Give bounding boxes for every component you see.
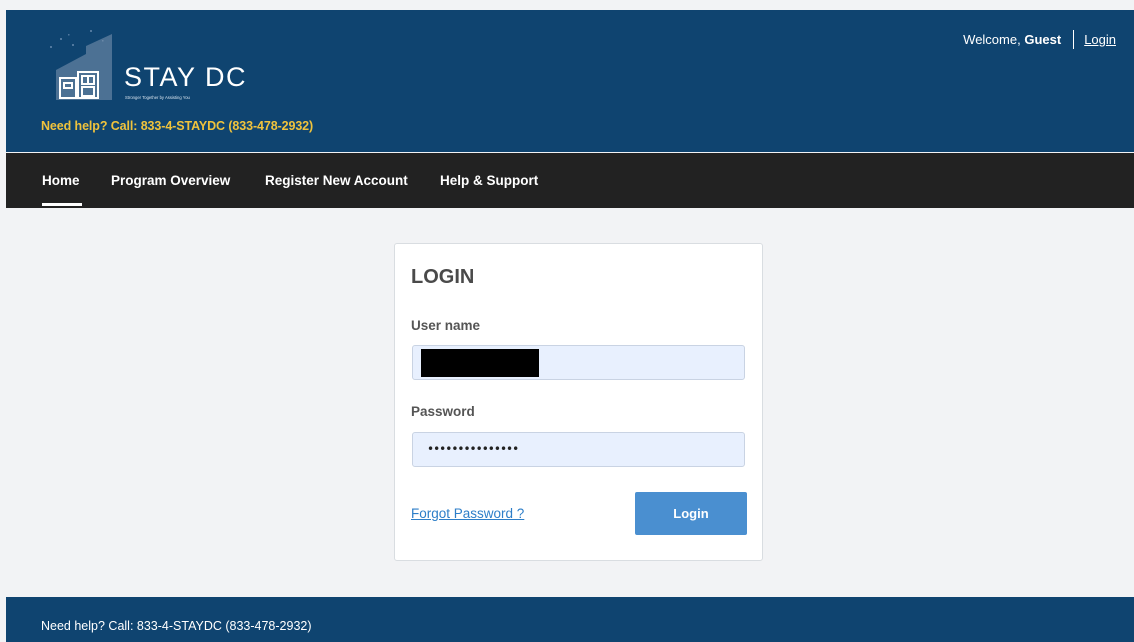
nav-item-program-overview[interactable]: Program Overview <box>111 173 230 188</box>
brand-tagline: Stronger Together by Assisting You <box>125 95 191 100</box>
site-footer: Need help? Call: 833-4-STAYDC (833-478-2… <box>6 597 1134 642</box>
welcome-prefix: Welcome, <box>963 32 1021 47</box>
building-logo-icon: STAY DC Stronger Together by Assisting Y… <box>50 30 247 100</box>
password-input[interactable]: ••••••••••••••• <box>412 432 745 467</box>
login-button[interactable]: Login <box>635 492 747 535</box>
header-help-line: Need help? Call: 833-4-STAYDC (833-478-2… <box>41 119 314 133</box>
password-label: Password <box>411 404 475 419</box>
active-nav-indicator <box>42 203 82 206</box>
welcome-divider <box>1073 30 1075 49</box>
login-card: LOGIN User name Password •••••••••••••••… <box>394 243 763 561</box>
redacted-username <box>421 349 539 377</box>
nav-item-help-support[interactable]: Help & Support <box>440 173 538 188</box>
site-header: STAY DC Stronger Together by Assisting Y… <box>6 10 1134 152</box>
welcome-user: Guest <box>1024 32 1062 47</box>
password-mask: ••••••••••••••• <box>427 442 519 456</box>
welcome-bar: Welcome, Guest Login <box>963 30 1116 49</box>
main-nav: Home Program Overview Register New Accou… <box>6 153 1134 208</box>
footer-help-line: Need help? Call: 833-4-STAYDC (833-478-2… <box>41 619 312 633</box>
username-label: User name <box>411 318 481 333</box>
login-title: LOGIN <box>411 266 475 288</box>
nav-item-home[interactable]: Home <box>42 173 80 188</box>
header-login-link[interactable]: Login <box>1084 32 1116 47</box>
stay-dc-logo[interactable]: STAY DC Stronger Together by Assisting Y… <box>42 26 272 102</box>
forgot-password-link[interactable]: Forgot Password ? <box>411 506 524 521</box>
username-input[interactable] <box>412 345 745 380</box>
brand-name: STAY DC <box>124 62 247 92</box>
nav-item-register-new-account[interactable]: Register New Account <box>265 173 408 188</box>
